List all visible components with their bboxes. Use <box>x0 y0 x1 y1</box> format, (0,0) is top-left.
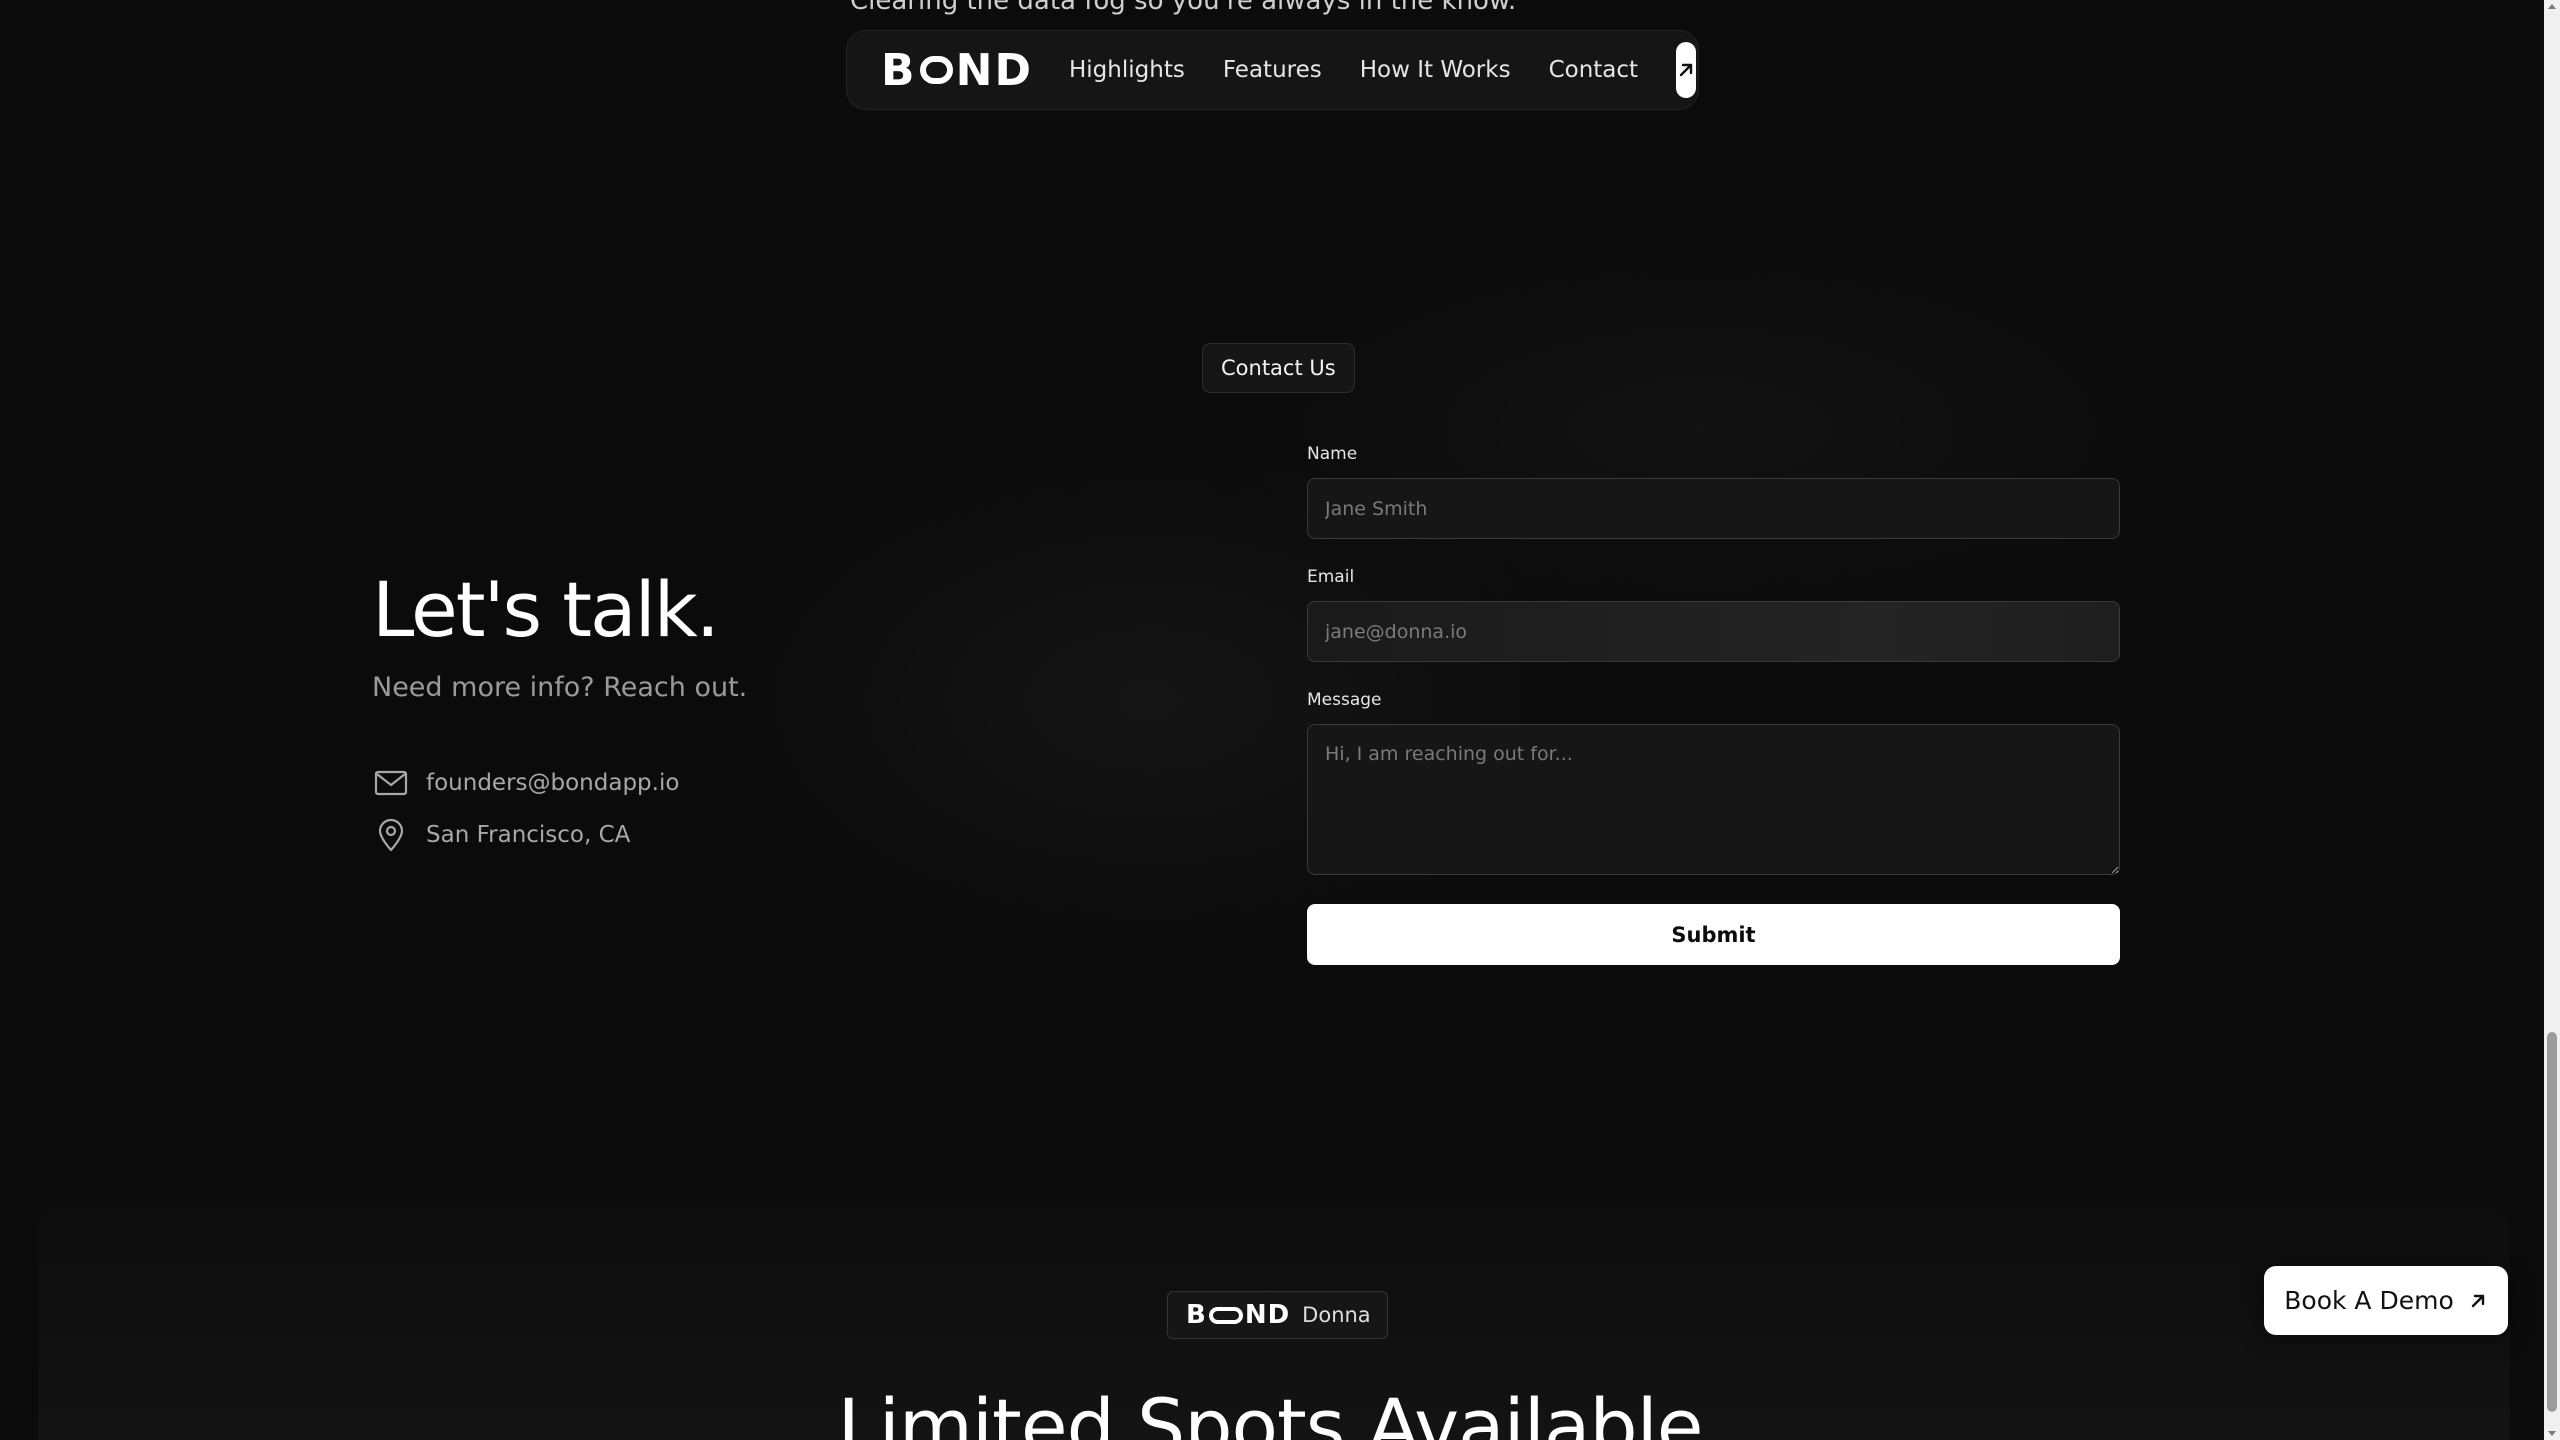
contact-location-row: San Francisco, CA <box>374 818 630 852</box>
mini-logo-letters-nd: ND <box>1244 1300 1291 1330</box>
scrollbar-thumb[interactable] <box>2547 1032 2557 1412</box>
bond-logo[interactable]: B ND <box>881 45 1033 96</box>
nav-link-features[interactable]: Features <box>1223 57 1322 83</box>
nav-cta-button[interactable] <box>1676 42 1697 98</box>
name-label: Name <box>1307 444 1358 464</box>
logo-o-shape <box>919 56 953 84</box>
email-label: Email <box>1307 567 1355 587</box>
book-demo-label: Book A Demo <box>2284 1286 2454 1315</box>
nav-link-how-it-works[interactable]: How It Works <box>1360 57 1511 83</box>
contact-email[interactable]: founders@bondapp.io <box>426 770 679 796</box>
bond-donna-badge: B ND Donna <box>1167 1291 1388 1339</box>
contact-form: Name Email Message Submit <box>1307 444 2120 965</box>
message-field[interactable] <box>1307 724 2120 875</box>
arrow-up-right-icon <box>1679 63 1693 77</box>
page: Clearing the data fog so you're always i… <box>0 0 2560 1440</box>
map-pin-icon <box>374 818 408 852</box>
logo-letter-b: B <box>881 44 917 96</box>
nav-link-highlights[interactable]: Highlights <box>1069 57 1185 83</box>
mini-logo-letter-b: B <box>1186 1300 1207 1330</box>
mini-logo-o-shape <box>1208 1306 1243 1324</box>
scroll-down-arrow-icon[interactable] <box>2548 1431 2556 1436</box>
contact-subtitle: Need more info? Reach out. <box>372 672 748 703</box>
submit-button[interactable]: Submit <box>1307 904 2120 965</box>
limited-spots-heading: Limited Spots Available <box>837 1382 1703 1440</box>
nav-link-contact[interactable]: Contact <box>1549 57 1638 83</box>
email-field[interactable] <box>1307 601 2120 662</box>
nav-links: Highlights Features How It Works Contact <box>1069 57 1676 83</box>
contact-location: San Francisco, CA <box>426 822 631 848</box>
top-tagline: Clearing the data fog so you're always i… <box>850 0 1517 16</box>
contact-email-row[interactable]: founders@bondapp.io <box>374 766 679 800</box>
book-demo-button[interactable]: Book A Demo <box>2264 1266 2508 1335</box>
contact-us-badge: Contact Us <box>1202 343 1355 393</box>
scrollbar[interactable] <box>2544 0 2560 1440</box>
message-label: Message <box>1307 690 1382 710</box>
logo-letters-nd: ND <box>955 44 1033 96</box>
badge-label: Donna <box>1302 1303 1371 1327</box>
mail-icon <box>374 766 408 800</box>
contact-heading: Let's talk. <box>372 565 720 654</box>
bond-mini-logo: B ND <box>1186 1300 1290 1330</box>
arrow-up-right-icon <box>2468 1291 2488 1311</box>
navbar: B ND Highlights Features How It Works Con… <box>846 30 1699 110</box>
scroll-up-arrow-icon[interactable] <box>2548 4 2556 9</box>
name-field[interactable] <box>1307 478 2120 539</box>
